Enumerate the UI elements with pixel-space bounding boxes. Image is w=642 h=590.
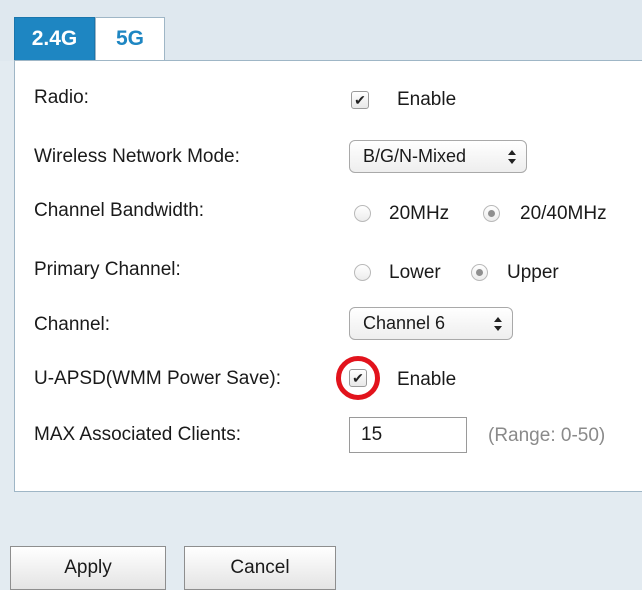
tab-5g[interactable]: 5G — [95, 17, 165, 60]
radio-label: Radio: — [34, 87, 89, 108]
tab-2-4g-label: 2.4G — [31, 27, 78, 50]
primary-lower-label: Lower — [389, 262, 441, 283]
uapsd-enable-label: Enable — [397, 369, 457, 390]
highlight-circle — [336, 356, 380, 400]
cancel-button[interactable]: Cancel — [184, 546, 336, 590]
bandwidth-20mhz-label: 20MHz — [389, 203, 450, 224]
bandwidth-20mhz-radio[interactable] — [354, 205, 371, 222]
select-arrows-icon — [494, 317, 502, 331]
channel-value: Channel 6 — [363, 313, 446, 333]
checkmark-icon: ✔ — [354, 92, 366, 108]
bandwidth-2040mhz-label: 20/40MHz — [520, 203, 607, 224]
uapsd-label: U-APSD(WMM Power Save): — [34, 368, 282, 389]
max-clients-label: MAX Associated Clients: — [34, 424, 241, 445]
apply-button-label: Apply — [64, 557, 112, 578]
primary-upper-radio[interactable] — [471, 264, 488, 281]
apply-button[interactable]: Apply — [10, 546, 166, 590]
network-mode-value: B/G/N-Mixed — [363, 146, 467, 166]
max-clients-range-hint: (Range: 0-50) — [488, 425, 606, 446]
primary-lower-radio[interactable] — [354, 264, 371, 281]
bandwidth-2040mhz-radio[interactable] — [483, 205, 500, 222]
cancel-button-label: Cancel — [230, 557, 290, 578]
bandwidth-label: Channel Bandwidth: — [34, 200, 205, 221]
network-mode-select[interactable]: B/G/N-Mixed — [349, 140, 527, 173]
select-arrows-icon — [508, 150, 516, 164]
channel-select[interactable]: Channel 6 — [349, 307, 513, 340]
network-mode-label: Wireless Network Mode: — [34, 146, 240, 167]
channel-label: Channel: — [34, 314, 111, 335]
radio-enable-checkbox[interactable]: ✔ — [351, 91, 369, 109]
radio-selected-dot — [476, 269, 483, 276]
primary-upper-label: Upper — [507, 262, 559, 283]
primary-channel-label: Primary Channel: — [34, 259, 181, 280]
tab-5g-label: 5G — [115, 27, 144, 50]
tab-2-4g[interactable]: 2.4G — [14, 17, 95, 60]
radio-selected-dot — [488, 210, 495, 217]
radio-enable-label: Enable — [397, 89, 457, 110]
max-clients-input[interactable] — [349, 417, 467, 453]
